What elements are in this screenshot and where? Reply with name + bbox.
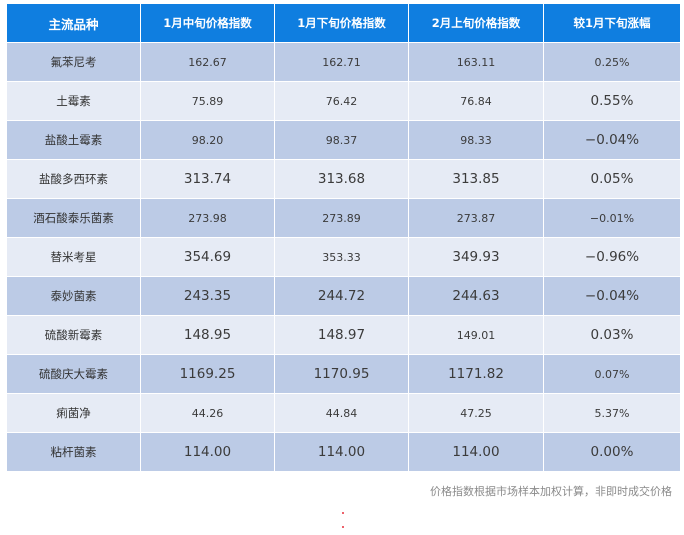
row-change: −0.01% [544,198,680,237]
row-feb-early: 149.01 [409,315,544,354]
row-jan-late: 1170.95 [275,354,409,393]
decorative-dot [342,512,344,514]
row-feb-early: 98.33 [409,120,544,159]
price-index-table: 主流品种 1月中旬价格指数 1月下旬价格指数 2月上旬价格指数 较1月下旬涨幅 … [7,4,680,471]
table-row: 泰妙菌素 243.35 244.72 244.63 −0.04% [7,276,680,315]
table-row: 土霉素 75.89 76.42 76.84 0.55% [7,81,680,120]
row-feb-early: 76.84 [409,81,544,120]
row-change: 0.55% [544,81,680,120]
row-jan-mid: 75.89 [141,81,275,120]
header-variety: 主流品种 [7,4,141,42]
table-row: 粘杆菌素 114.00 114.00 114.00 0.00% [7,432,680,471]
row-change: 0.03% [544,315,680,354]
row-change: 0.05% [544,159,680,198]
header-jan-mid: 1月中旬价格指数 [141,4,275,42]
row-change: −0.04% [544,276,680,315]
row-change: 0.07% [544,354,680,393]
row-feb-early: 313.85 [409,159,544,198]
row-jan-mid: 354.69 [141,237,275,276]
table-row: 硫酸新霉素 148.95 148.97 149.01 0.03% [7,315,680,354]
row-feb-early: 244.63 [409,276,544,315]
row-name: 盐酸多西环素 [7,159,141,198]
row-change: 0.25% [544,42,680,81]
table-row: 盐酸土霉素 98.20 98.37 98.33 −0.04% [7,120,680,159]
row-name: 盐酸土霉素 [7,120,141,159]
decorative-dot [342,526,344,528]
row-name: 粘杆菌素 [7,432,141,471]
table-row: 替米考星 354.69 353.33 349.93 −0.96% [7,237,680,276]
table-row: 硫酸庆大霉素 1169.25 1170.95 1171.82 0.07% [7,354,680,393]
row-jan-mid: 98.20 [141,120,275,159]
price-index-table-container: 主流品种 1月中旬价格指数 1月下旬价格指数 2月上旬价格指数 较1月下旬涨幅 … [7,4,680,471]
row-name: 替米考星 [7,237,141,276]
row-jan-mid: 243.35 [141,276,275,315]
row-name: 痢菌净 [7,393,141,432]
table-row: 盐酸多西环素 313.74 313.68 313.85 0.05% [7,159,680,198]
row-jan-late: 353.33 [275,237,409,276]
row-name: 氟苯尼考 [7,42,141,81]
row-jan-late: 162.71 [275,42,409,81]
table-row: 酒石酸泰乐菌素 273.98 273.89 273.87 −0.01% [7,198,680,237]
row-jan-mid: 114.00 [141,432,275,471]
row-name: 硫酸庆大霉素 [7,354,141,393]
row-jan-mid: 273.98 [141,198,275,237]
row-jan-late: 244.72 [275,276,409,315]
row-change: −0.96% [544,237,680,276]
row-change: −0.04% [544,120,680,159]
row-jan-late: 148.97 [275,315,409,354]
table-header-row: 主流品种 1月中旬价格指数 1月下旬价格指数 2月上旬价格指数 较1月下旬涨幅 [7,4,680,42]
row-jan-mid: 44.26 [141,393,275,432]
row-name: 土霉素 [7,81,141,120]
row-jan-mid: 1169.25 [141,354,275,393]
row-jan-late: 114.00 [275,432,409,471]
row-feb-early: 273.87 [409,198,544,237]
row-change: 0.00% [544,432,680,471]
row-jan-mid: 162.67 [141,42,275,81]
row-change: 5.37% [544,393,680,432]
row-jan-late: 98.37 [275,120,409,159]
row-jan-late: 313.68 [275,159,409,198]
row-jan-mid: 148.95 [141,315,275,354]
table-row: 氟苯尼考 162.67 162.71 163.11 0.25% [7,42,680,81]
row-feb-early: 114.00 [409,432,544,471]
row-jan-late: 76.42 [275,81,409,120]
row-jan-late: 273.89 [275,198,409,237]
row-jan-mid: 313.74 [141,159,275,198]
header-change: 较1月下旬涨幅 [544,4,680,42]
header-jan-late: 1月下旬价格指数 [275,4,409,42]
row-feb-early: 47.25 [409,393,544,432]
row-feb-early: 163.11 [409,42,544,81]
table-row: 痢菌净 44.26 44.84 47.25 5.37% [7,393,680,432]
footnote: 价格指数根据市场样本加权计算，非即时成交价格 [430,485,672,498]
header-feb-early: 2月上旬价格指数 [409,4,544,42]
row-name: 酒石酸泰乐菌素 [7,198,141,237]
row-jan-late: 44.84 [275,393,409,432]
row-feb-early: 349.93 [409,237,544,276]
row-name: 泰妙菌素 [7,276,141,315]
row-feb-early: 1171.82 [409,354,544,393]
row-name: 硫酸新霉素 [7,315,141,354]
